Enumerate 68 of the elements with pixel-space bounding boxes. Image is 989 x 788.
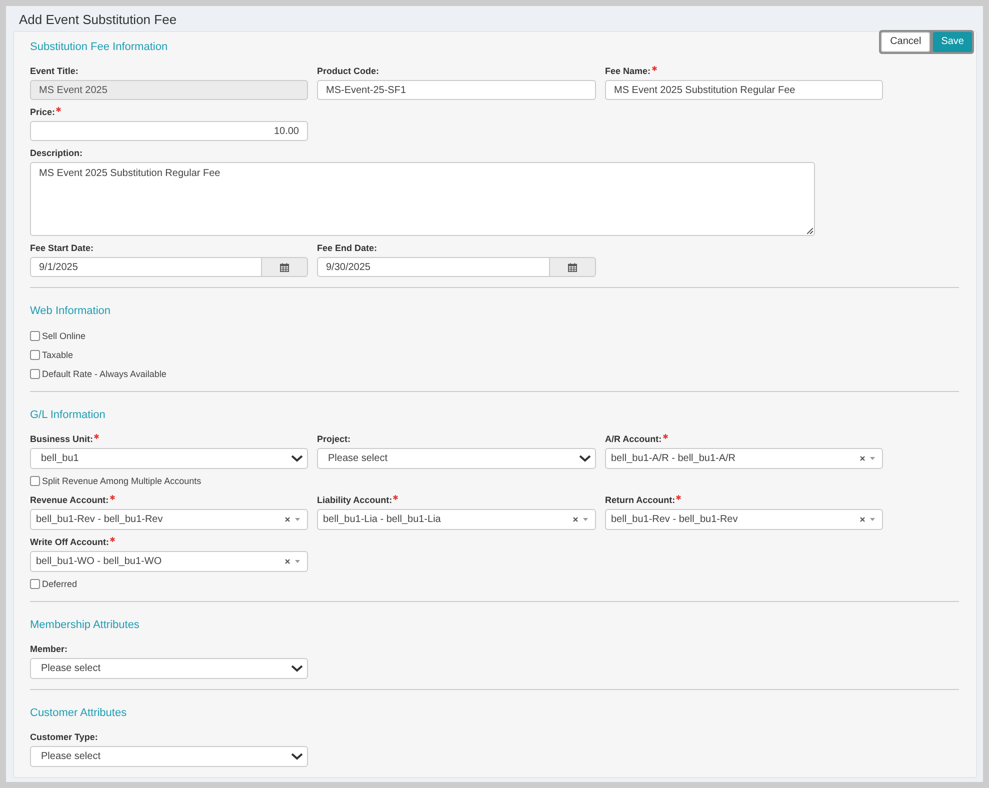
caret-down-icon	[870, 518, 875, 521]
text-input[interactable]: 10.00	[30, 121, 308, 141]
combo-box[interactable]: bell_bu1-Lia - bell_bu1-Lia	[317, 509, 596, 530]
cancel-button[interactable]: Cancel	[881, 32, 930, 52]
section-title: Customer Attributes	[30, 706, 127, 720]
checkbox-label[interactable]: Split Revenue Among Multiple Accounts	[42, 474, 202, 488]
checkbox[interactable]	[30, 369, 40, 379]
clear-icon[interactable]	[573, 517, 578, 522]
checkbox[interactable]	[30, 350, 40, 360]
date-input[interactable]: 9/30/2025	[317, 257, 550, 277]
section-title: Web Information	[30, 304, 111, 318]
checkbox[interactable]	[30, 331, 40, 341]
calendar-button[interactable]	[262, 257, 308, 277]
caret-down-icon	[870, 457, 875, 460]
resize-grip-icon[interactable]	[807, 228, 813, 234]
field-label: Member:	[30, 643, 68, 655]
field-label: Description:	[30, 147, 83, 159]
chevron-down-icon	[291, 665, 303, 672]
field-label: Return Account:	[605, 494, 676, 506]
clear-icon[interactable]	[285, 517, 290, 522]
field-label: Project:	[317, 433, 351, 445]
save-button[interactable]: Save	[933, 32, 972, 52]
checkbox[interactable]	[30, 579, 40, 589]
field-label: Business Unit:	[30, 433, 94, 445]
calendar-icon	[280, 262, 289, 272]
description-textarea[interactable]: MS Event 2025 Substitution Regular Fee	[30, 162, 815, 236]
caret-down-icon	[295, 560, 300, 563]
field-label: Event Title:	[30, 65, 78, 77]
dropdown[interactable]: bell_bu1	[30, 448, 308, 469]
field-label: Product Code:	[317, 65, 379, 77]
field-label: Revenue Account:	[30, 494, 109, 506]
field-label: Fee Start Date:	[30, 242, 94, 254]
section-title: G/L Information	[30, 408, 106, 422]
field-label: A/R Account:	[605, 433, 662, 445]
text-input[interactable]: MS-Event-25-SF1	[317, 80, 596, 100]
field-label: Fee End Date:	[317, 242, 378, 254]
checkbox-label[interactable]: Deferred	[42, 577, 78, 591]
combo-box[interactable]: bell_bu1-Rev - bell_bu1-Rev	[30, 509, 308, 530]
field-label: Price:	[30, 106, 56, 118]
checkbox-label[interactable]: Default Rate - Always Available	[42, 367, 166, 381]
text-input[interactable]: MS Event 2025 Substitution Regular Fee	[605, 80, 883, 100]
calendar-icon	[568, 262, 577, 272]
dropdown[interactable]: Please select	[30, 746, 308, 767]
checkbox-label[interactable]: Sell Online	[42, 329, 86, 343]
combo-box[interactable]: bell_bu1-WO - bell_bu1-WO	[30, 551, 308, 572]
caret-down-icon	[583, 518, 588, 521]
combo-box[interactable]: bell_bu1-Rev - bell_bu1-Rev	[605, 509, 883, 530]
date-input[interactable]: 9/1/2025	[30, 257, 262, 277]
field-label: Fee Name:	[605, 65, 651, 77]
chevron-down-icon	[291, 753, 303, 760]
calendar-button[interactable]	[550, 257, 596, 277]
section-title: Substitution Fee Information	[30, 40, 168, 54]
caret-down-icon	[295, 518, 300, 521]
chevron-down-icon	[579, 455, 591, 462]
field-label: Customer Type:	[30, 731, 98, 743]
field-label: Write Off Account:	[30, 536, 109, 548]
window-title: Add Event Substitution Fee	[19, 12, 177, 27]
field-label: Liability Account:	[317, 494, 392, 506]
section-title: Membership Attributes	[30, 618, 140, 632]
clear-icon[interactable]	[285, 559, 290, 564]
dropdown[interactable]: Please select	[317, 448, 596, 469]
clear-icon[interactable]	[860, 517, 865, 522]
checkbox[interactable]	[30, 476, 40, 486]
dropdown[interactable]: Please select	[30, 658, 308, 679]
clear-icon[interactable]	[860, 456, 865, 461]
chevron-down-icon	[291, 455, 303, 462]
checkbox-label[interactable]: Taxable	[42, 348, 74, 362]
combo-box[interactable]: bell_bu1-A/R - bell_bu1-A/R	[605, 448, 883, 469]
